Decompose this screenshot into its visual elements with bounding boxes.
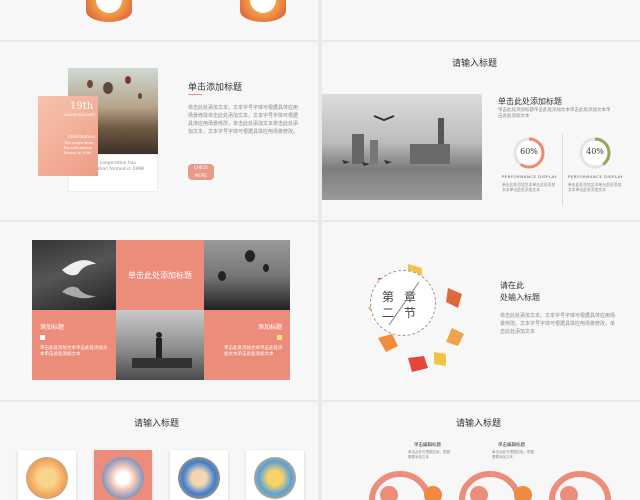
right-checkbox-icon [277,335,282,340]
card-subheading: ANNIVERSARY [64,112,96,117]
progress-desc-1: 单击此处添加文本单击此处添加文本单击此处添加文本 [502,182,556,192]
progress-caption-1: PERFORMANCE DISPLAY [502,174,558,179]
slide-thumb-6[interactable]: 第 二 章 节 请在此 处输入标题 单击此处添加文本。文本字号字体可根据具体应用… [322,222,640,400]
section-subtitle: 单击此处添加标题 [498,97,562,106]
right-text-panel: 添加标题 单击此处添加文本单击此处添加文本单击此处添加文本 [204,310,290,380]
anniversary-card: 19th ANNIVERSARY Information The coopera… [38,96,98,176]
illustration-card-2[interactable] [94,450,152,500]
right-panel-title: 添加标题 [257,324,282,331]
egret-photo [32,240,116,310]
slide-thumb-4[interactable]: 请输入标题 单击此处添加标题 单击此处添加标题单击此处添加文本单击此处添加文本单… [322,42,640,220]
illustration-card-1[interactable] [18,450,76,500]
slide-thumb-1[interactable] [0,0,318,40]
section-desc: 单击此处添加标题单击此处添加文本单击此处添加文本单击此处添加文本 [498,108,611,119]
process-desc-a: 单击此处可根据应用，根据需要添加文本 [408,450,450,459]
chapter-char-3: 章 [404,290,417,304]
title-underline [188,94,202,95]
briefcase-icon [514,486,532,500]
slide-thumb-8[interactable]: 请输入标题 单击编辑标题 单击此处可根据应用，根据需要添加文本 单击编辑标题 单… [322,402,640,500]
slide-title: 单击添加标题 [188,83,243,93]
process-desc-b: 单击此处可根据应用，根据需要添加文本 [492,450,534,459]
balloons-icon [218,250,269,281]
chapter-char-4: 节 [404,306,417,320]
process-arcs [369,471,611,500]
city-illustration-icon [26,457,68,499]
progress-value-1: 60% [520,147,538,156]
forest-people-photo [116,310,204,380]
card-heading: 19th [70,101,94,112]
left-panel-body: 单击此处添加文本单击此处添加文本单击此处添加文本 [40,346,108,357]
bird-icon [62,260,96,299]
section-title-line-2: 处输入标题 [500,293,540,302]
team-illustration-icon [178,457,220,499]
slide-title: 请输入标题 [456,419,502,429]
london-photo [322,94,482,200]
slide-title: 请输入标题 [452,59,498,69]
left-checkbox-icon [40,335,45,340]
center-title-panel: 单击此处添加标题 [116,240,204,310]
right-panel-body: 单击此处添加文本单击此处添加文本单击此处添加文本 [224,346,283,357]
illustration-card-3[interactable] [170,450,228,500]
column-divider [562,134,563,206]
progress-caption-2: PERFORMANCE DISPLAY [568,174,624,179]
balloons-bw-photo [204,240,290,310]
progress-ring-2: 40% [578,136,612,170]
process-label-b: 单击编辑标题 [498,443,525,448]
slide-thumb-3[interactable]: Our cooperation has information formed i… [0,42,318,220]
progress-ring-1: 60% [512,136,546,170]
work-illustration-icon [254,457,296,499]
section-body: 单击此处添加文本。文本字号字体可根据具体应用场景修改。文本字号字体可根据具体应用… [500,313,616,335]
left-text-panel: 添加标题 单击此处添加文本单击此处添加文本单击此处添加文本 [32,310,116,380]
slide-title: 请输入标题 [134,419,180,429]
process-end-icon [560,486,578,500]
autumn-leaves-ornament [86,0,132,22]
slide-thumb-7[interactable]: 请输入标题 [0,402,318,500]
check-more-button[interactable]: CHECK MORE [188,164,214,180]
slide-body: 单击此处添加文本，文本字号字体可根据具体应用场景修改单击此处添加文本，文本字号字… [188,105,299,135]
section-title-line-1: 请在此 [500,281,524,290]
slide-thumb-5[interactable]: 单击此处添加标题 添加标题 单击此处添加文本单击此处添加文本单击此处添加文本 添… [0,222,318,400]
slide-thumb-2[interactable] [322,0,640,40]
progress-desc-2: 单击此处添加文本单击此处添加文本单击此处添加文本 [568,182,622,192]
center-title: 单击此处添加标题 [128,271,192,280]
process-step-icon [424,486,442,500]
chapter-text: 第 二 章 节 [370,270,436,336]
process-label-a: 单击编辑标题 [414,443,441,448]
progress-value-2: 40% [586,147,604,156]
london-skyline-icon [342,115,450,166]
illustration-card-4[interactable] [246,450,304,500]
card-info-title: Information [68,135,96,140]
left-panel-title: 添加标题 [40,324,65,331]
chapter-char-1: 第 [382,290,395,304]
autumn-leaves-ornament [240,0,286,22]
people-icon [132,332,192,368]
monitor-icon [380,486,398,500]
people-illustration-icon [102,457,144,499]
card-info-body: The cooperation has information formed i… [64,141,93,155]
clock-icon [470,486,488,500]
